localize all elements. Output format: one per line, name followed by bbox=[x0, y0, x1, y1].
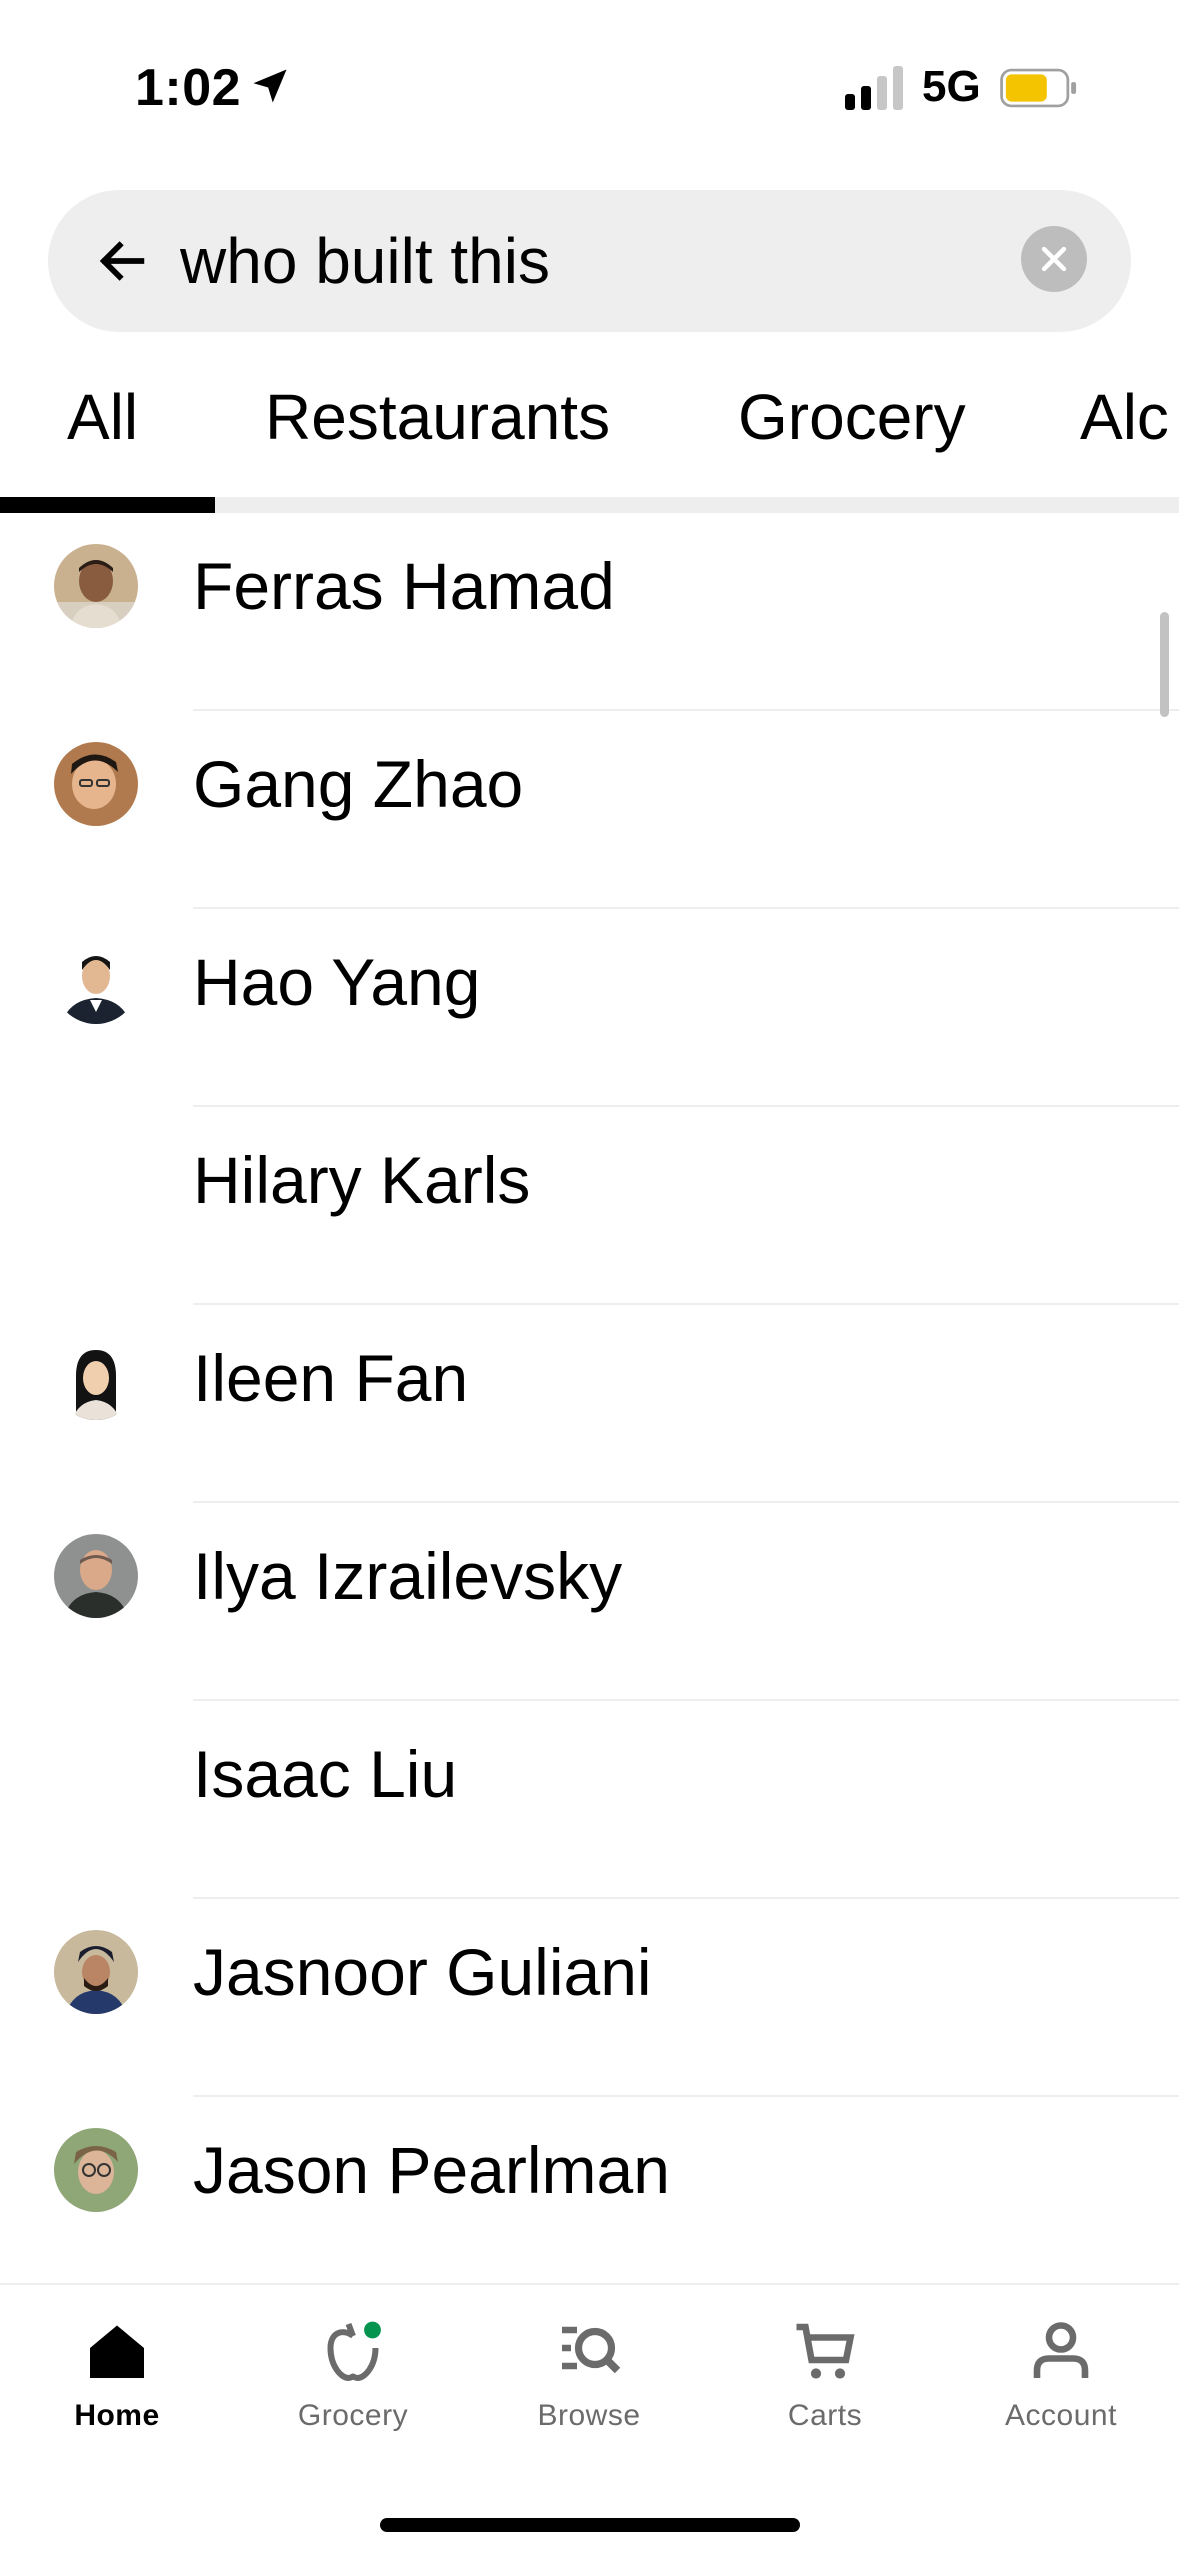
nav-label: Account bbox=[1005, 2399, 1117, 2432]
result-name: Hilary Karls bbox=[193, 1143, 531, 1217]
nav-grocery[interactable]: Grocery bbox=[253, 2315, 453, 2445]
nav-browse[interactable]: Browse bbox=[489, 2315, 689, 2445]
avatar bbox=[54, 940, 138, 1024]
tab-grocery[interactable]: Grocery bbox=[738, 380, 966, 454]
avatar bbox=[54, 742, 138, 826]
result-name: Gang Zhao bbox=[193, 747, 524, 821]
status-time: 1:02 bbox=[135, 59, 242, 117]
list-item[interactable]: Ferras Hamad bbox=[0, 513, 1179, 711]
category-tabs: All Restaurants Grocery Alc bbox=[0, 360, 1179, 515]
browse-icon bbox=[562, 2326, 621, 2374]
home-icon bbox=[90, 2325, 144, 2378]
cart-icon bbox=[796, 2323, 855, 2379]
list-item[interactable]: Hao Yang bbox=[0, 909, 1179, 1107]
list-item[interactable]: Jasnoor Guliani bbox=[0, 1899, 1179, 2097]
list-fade bbox=[0, 2240, 1179, 2284]
result-name: Hao Yang bbox=[193, 945, 481, 1019]
location-arrow-icon bbox=[253, 69, 287, 103]
result-name: Ferras Hamad bbox=[193, 549, 615, 623]
account-icon bbox=[1033, 2322, 1089, 2378]
results-list[interactable]: Ferras Hamad Gang Zhao Hao Yang Hilary K… bbox=[0, 513, 1179, 2283]
nav-label: Carts bbox=[787, 2399, 863, 2432]
result-name: Ileen Fan bbox=[193, 1341, 469, 1415]
avatar bbox=[54, 1336, 138, 1420]
status-bar: 1:02 5G bbox=[0, 0, 1179, 170]
list-item[interactable]: Gang Zhao bbox=[0, 711, 1179, 909]
search-input[interactable]: who built this bbox=[180, 224, 550, 298]
nav-home[interactable]: Home bbox=[17, 2315, 217, 2445]
avatar bbox=[54, 1930, 138, 2014]
result-name: Jasnoor Guliani bbox=[193, 1935, 652, 2009]
list-item[interactable]: Hilary Karls bbox=[0, 1107, 1179, 1305]
tab-all[interactable]: All bbox=[67, 380, 138, 454]
list-item[interactable]: Ileen Fan bbox=[0, 1305, 1179, 1503]
network-type: 5G bbox=[922, 62, 981, 111]
tab-alcohol[interactable]: Alc bbox=[1080, 380, 1169, 454]
avatar bbox=[54, 1534, 138, 1618]
scrollbar[interactable] bbox=[1160, 612, 1169, 717]
nav-label: Browse bbox=[537, 2399, 641, 2432]
search-bar[interactable]: who built this bbox=[48, 190, 1131, 332]
battery-icon bbox=[1000, 68, 1077, 108]
avatar bbox=[54, 544, 138, 628]
close-icon bbox=[1041, 246, 1067, 272]
nav-label: Grocery bbox=[297, 2399, 409, 2432]
cellular-signal-icon bbox=[845, 66, 903, 110]
clear-search-button[interactable] bbox=[1021, 226, 1087, 292]
bottom-navigation: Home Grocery Browse Carts Account bbox=[0, 2283, 1179, 2558]
result-name: Isaac Liu bbox=[193, 1737, 458, 1811]
arrow-left-icon[interactable] bbox=[93, 232, 151, 290]
tab-restaurants[interactable]: Restaurants bbox=[265, 380, 610, 454]
list-item[interactable]: Isaac Liu bbox=[0, 1701, 1179, 1899]
result-name: Ilya Izrailevsky bbox=[193, 1539, 623, 1613]
result-name: Jason Pearlman bbox=[193, 2133, 670, 2207]
tab-active-indicator bbox=[0, 497, 215, 513]
list-item[interactable]: Ilya Izrailevsky bbox=[0, 1503, 1179, 1701]
avatar bbox=[54, 2128, 138, 2212]
nav-carts[interactable]: Carts bbox=[725, 2315, 925, 2445]
nav-account[interactable]: Account bbox=[961, 2315, 1161, 2445]
nav-label: Home bbox=[74, 2399, 160, 2432]
home-indicator bbox=[380, 2518, 800, 2532]
grocery-icon bbox=[327, 2321, 381, 2382]
